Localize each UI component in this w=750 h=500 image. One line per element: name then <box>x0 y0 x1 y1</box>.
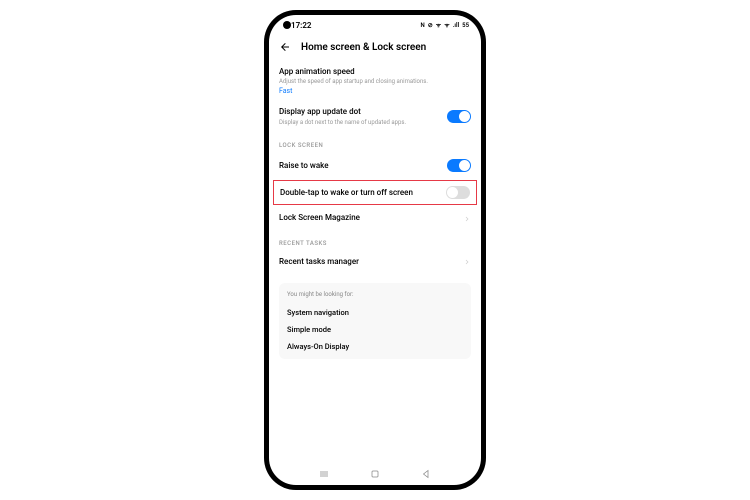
toggle-knob <box>459 160 470 171</box>
menu-nav-button[interactable] <box>318 468 330 480</box>
app-animation-value: Fast <box>279 87 471 95</box>
chevron-right-icon <box>463 215 471 223</box>
recent-tasks-section-header: RECENT TASKS <box>279 230 471 251</box>
page-title: Home screen & Lock screen <box>301 42 426 53</box>
phone-frame: 17:22 N ⊘ ᯤ ᯤ .ıll 55 Home screen & Lock… <box>264 10 486 490</box>
toggle-knob <box>459 111 470 122</box>
suggestion-simple-mode[interactable]: Simple mode <box>287 321 463 338</box>
back-arrow-icon <box>279 41 291 53</box>
double-tap-toggle[interactable] <box>446 186 470 199</box>
front-camera <box>283 21 291 29</box>
suggestions-card: You might be looking for: System navigat… <box>279 283 471 359</box>
screen: 17:22 N ⊘ ᯤ ᯤ .ıll 55 Home screen & Lock… <box>269 15 481 485</box>
status-icons: N ⊘ ᯤ ᯤ .ıll 55 <box>420 21 469 29</box>
update-dot-desc: Display a dot next to the name of update… <box>279 119 439 127</box>
settings-content[interactable]: App animation speed Adjust the speed of … <box>269 61 481 463</box>
chevron-right-icon <box>463 258 471 266</box>
clock: 17:22 <box>291 21 311 30</box>
nfc-icon: N <box>420 22 424 29</box>
back-nav-button[interactable] <box>420 468 432 480</box>
lock-screen-section-header: LOCK SCREEN <box>279 132 471 153</box>
wifi-icon: ᯤ <box>436 21 441 29</box>
raise-to-wake-item[interactable]: Raise to wake <box>279 153 471 178</box>
navigation-bar <box>269 463 481 485</box>
double-tap-item[interactable]: Double-tap to wake or turn off screen <box>273 180 477 205</box>
battery-icon: 55 <box>462 22 469 29</box>
dnd-icon: ⊘ <box>428 22 433 29</box>
back-button[interactable] <box>279 41 291 53</box>
home-nav-button[interactable] <box>369 468 381 480</box>
double-tap-title: Double-tap to wake or turn off screen <box>280 188 413 198</box>
toggle-knob <box>447 187 458 198</box>
app-animation-speed-item[interactable]: App animation speed Adjust the speed of … <box>279 61 471 101</box>
status-bar: 17:22 N ⊘ ᯤ ᯤ .ıll 55 <box>269 15 481 35</box>
page-header: Home screen & Lock screen <box>269 35 481 61</box>
update-dot-title: Display app update dot <box>279 107 439 117</box>
lock-screen-magazine-title: Lock Screen Magazine <box>279 213 360 223</box>
app-animation-desc: Adjust the speed of app startup and clos… <box>279 78 471 86</box>
suggestions-header: You might be looking for: <box>287 291 463 298</box>
display-update-dot-item[interactable]: Display app update dot Display a dot nex… <box>279 101 471 132</box>
recent-tasks-manager-item[interactable]: Recent tasks manager <box>279 251 471 273</box>
app-animation-title: App animation speed <box>279 67 471 77</box>
suggestion-system-navigation[interactable]: System navigation <box>287 304 463 321</box>
update-dot-toggle[interactable] <box>447 110 471 123</box>
raise-to-wake-toggle[interactable] <box>447 159 471 172</box>
signal-icon: ᯤ <box>444 21 449 29</box>
recent-tasks-manager-title: Recent tasks manager <box>279 257 359 267</box>
raise-to-wake-title: Raise to wake <box>279 161 329 171</box>
suggestion-always-on-display[interactable]: Always-On Display <box>287 338 463 355</box>
signal-icon-2: .ıll <box>453 22 459 29</box>
lock-screen-magazine-item[interactable]: Lock Screen Magazine <box>279 207 471 229</box>
